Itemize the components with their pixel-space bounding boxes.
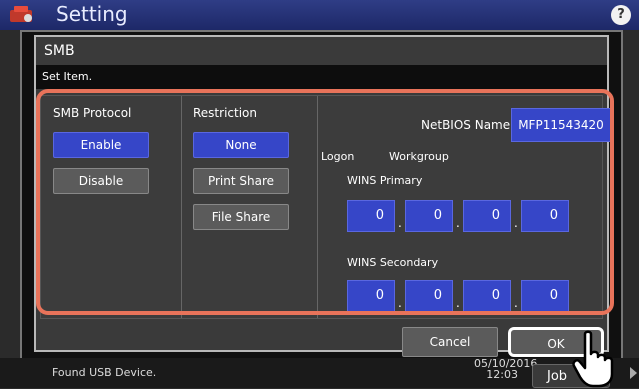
wins-primary-octet-4[interactable]: 0 bbox=[521, 200, 569, 232]
logon-value: Workgroup bbox=[389, 150, 449, 163]
status-time: 12:03 bbox=[486, 368, 518, 381]
wins-secondary-octet-3[interactable]: 0 bbox=[463, 280, 511, 312]
disable-button[interactable]: Disable bbox=[53, 168, 149, 194]
ip-separator: . bbox=[456, 296, 460, 310]
none-button[interactable]: None bbox=[193, 132, 289, 158]
pointing-hand-icon bbox=[572, 330, 614, 388]
netbios-name-label: NetBIOS Name bbox=[421, 118, 511, 132]
app-title: Setting bbox=[56, 2, 128, 26]
restriction-label: Restriction bbox=[193, 106, 257, 120]
print-share-button[interactable]: Print Share bbox=[193, 168, 289, 194]
ip-separator: . bbox=[398, 296, 402, 310]
status-bar: Found USB Device. 05/10/2016 12:03 Job bbox=[0, 358, 639, 388]
cancel-button[interactable]: Cancel bbox=[402, 327, 498, 357]
ip-separator: . bbox=[514, 216, 518, 230]
wins-primary-label: WINS Primary bbox=[347, 174, 423, 187]
setting-icon bbox=[10, 6, 32, 22]
wins-primary-octet-2[interactable]: 0 bbox=[405, 200, 453, 232]
dialog-body: SMB Set Item. SMB Protocol Enable Disabl… bbox=[34, 35, 611, 357]
wins-secondary-label: WINS Secondary bbox=[347, 256, 439, 269]
wins-secondary-octet-2[interactable]: 0 bbox=[405, 280, 453, 312]
wins-primary-octet-3[interactable]: 0 bbox=[463, 200, 511, 232]
smb-protocol-label: SMB Protocol bbox=[53, 106, 132, 120]
divider bbox=[181, 96, 182, 318]
netbios-name-field[interactable]: MFP11543420 bbox=[511, 108, 611, 142]
settings-panel: SMB Protocol Enable Disable Restriction … bbox=[40, 95, 611, 319]
scroll-right-icon[interactable] bbox=[630, 367, 637, 379]
enable-button[interactable]: Enable bbox=[53, 132, 149, 158]
ip-separator: . bbox=[456, 216, 460, 230]
wins-secondary-octet-4[interactable]: 0 bbox=[521, 280, 569, 312]
status-message: Found USB Device. bbox=[52, 366, 157, 379]
wins-secondary-octet-1[interactable]: 0 bbox=[347, 280, 395, 312]
dialog-title: SMB bbox=[44, 43, 75, 59]
divider bbox=[317, 96, 318, 318]
ip-separator: . bbox=[514, 296, 518, 310]
logon-label: Logon bbox=[321, 150, 355, 163]
help-button[interactable]: ? bbox=[611, 5, 631, 25]
ip-separator: . bbox=[398, 216, 402, 230]
dialog-subtitle: Set Item. bbox=[36, 65, 607, 89]
app-header: Setting ? bbox=[0, 0, 639, 30]
smb-dialog: SMB Set Item. SMB Protocol Enable Disabl… bbox=[20, 30, 623, 360]
status-clock: 05/10/2016 12:03 bbox=[474, 358, 537, 381]
file-share-button[interactable]: File Share bbox=[193, 204, 289, 230]
wins-primary-octet-1[interactable]: 0 bbox=[347, 200, 395, 232]
